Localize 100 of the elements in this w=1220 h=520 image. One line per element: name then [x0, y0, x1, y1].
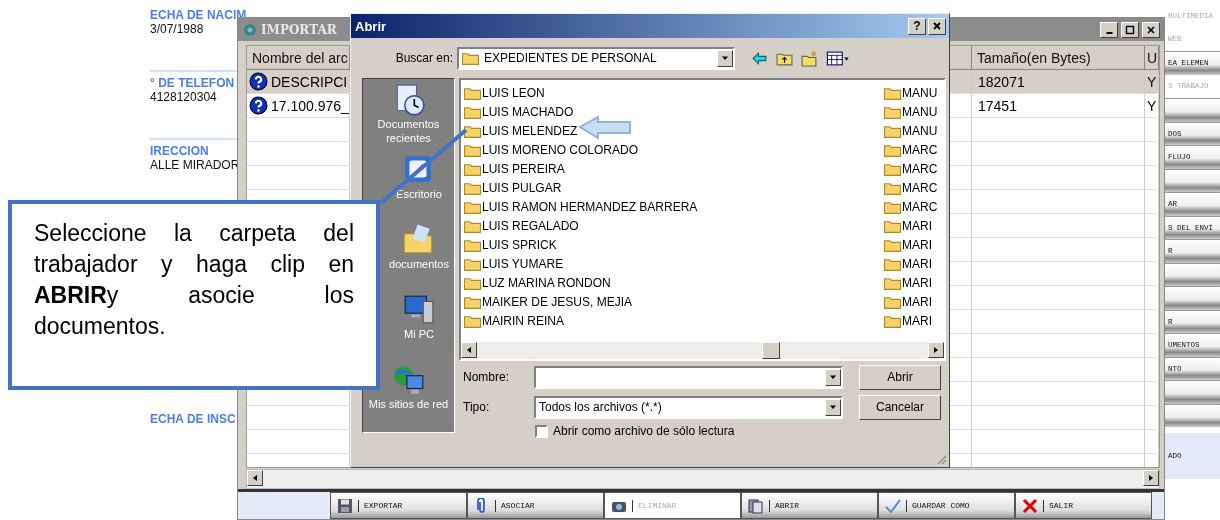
name-field[interactable] — [534, 365, 843, 389]
folder-item[interactable]: MARC — [884, 197, 944, 216]
left-arrow-icon — [465, 346, 473, 354]
right-arrow-icon — [932, 346, 940, 354]
folder-item[interactable]: MARC — [884, 159, 944, 178]
look-in-dropdown[interactable]: EXPEDIENTES DE PERSONAL — [457, 46, 735, 70]
folder-icon — [464, 256, 481, 271]
maximize-icon — [1125, 24, 1135, 35]
table-cell: DESCRIPCI — [271, 73, 348, 90]
folder-icon — [464, 294, 481, 309]
open-button[interactable]: Abrir — [859, 364, 941, 390]
field-label: ECHA DE INSC — [150, 412, 237, 426]
window-title: Abrir — [355, 18, 387, 34]
minimize-button[interactable] — [1100, 21, 1118, 38]
maximize-button[interactable] — [1121, 21, 1139, 38]
folder-item[interactable]: MANU — [884, 83, 944, 102]
place-button[interactable]: Escritorio — [384, 153, 454, 221]
folder-item[interactable]: MARI — [884, 216, 944, 235]
toolbar-button[interactable]: ABRIR — [741, 492, 878, 519]
folder-item[interactable]: LUIS REGALADO — [464, 216, 884, 235]
toolbar-button[interactable]: SALIR — [1015, 492, 1152, 519]
close-button[interactable] — [928, 17, 946, 35]
folder-item[interactable]: MARI — [884, 254, 944, 273]
toolbar-button[interactable]: GUARDAR COMO — [878, 492, 1015, 519]
folder-item[interactable]: MARI — [884, 273, 944, 292]
panel-button[interactable] — [1165, 403, 1220, 427]
folder-item[interactable]: MARI — [884, 311, 944, 330]
place-button[interactable]: Documentos recientes — [363, 83, 454, 151]
folder-item[interactable]: MAIKER DE JESUS, MEJIA — [464, 292, 884, 311]
column-header[interactable]: U — [1145, 46, 1159, 69]
folder-item[interactable]: LUIS SPRICK — [464, 235, 884, 254]
table-cell: 17451 — [972, 94, 1145, 117]
table-cell: 17.100.976_ — [271, 97, 349, 114]
folder-icon — [464, 85, 481, 100]
folder-item[interactable]: LUIS MORENO COLORADO — [464, 140, 884, 159]
folder-item[interactable]: MAIRIN REINA — [464, 311, 884, 330]
globe-computer-icon — [391, 363, 426, 397]
panel-button[interactable] — [1165, 262, 1220, 286]
folder-icon — [464, 218, 481, 233]
folder-icon — [464, 123, 481, 138]
panel-button[interactable] — [1165, 98, 1220, 122]
folder-icon — [884, 85, 901, 100]
folder-icon — [884, 199, 901, 214]
folder-item[interactable]: LUIS RAMON HERMANDEZ BARRERA — [464, 197, 884, 216]
help-button[interactable]: ? — [908, 17, 926, 35]
folder-icon — [884, 256, 901, 271]
checkbox-label: Abrir como archivo de sólo lectura — [553, 424, 735, 438]
folder-item[interactable]: LUIS PULGAR — [464, 178, 884, 197]
field-value: ALLE MIRADOR — [150, 158, 241, 172]
cancel-button[interactable]: Cancelar — [859, 394, 941, 420]
checkbox[interactable] — [535, 424, 548, 438]
folder-item[interactable]: MARI — [884, 235, 944, 254]
toolbar-button[interactable]: ASOCIAR — [467, 492, 604, 519]
close-button[interactable] — [1142, 21, 1160, 38]
folder-icon — [884, 294, 901, 309]
right-arrow-icon — [1147, 474, 1155, 482]
gear-icon — [242, 21, 258, 38]
back-arrow-icon[interactable] — [751, 49, 768, 67]
field-label: ° DE TELEFON — [150, 76, 236, 90]
folder-icon — [884, 123, 901, 138]
new-folder-icon[interactable] — [801, 49, 818, 67]
folder-item[interactable]: LUIS PEREIRA — [464, 159, 884, 178]
caret-icon — [829, 373, 837, 381]
caret-icon — [721, 54, 729, 62]
folder-icon — [464, 180, 481, 195]
folder-item[interactable]: LUIS MELENDEZ — [464, 121, 884, 140]
folder-item[interactable]: MANU — [884, 102, 944, 121]
horizontal-scrollbar[interactable] — [246, 469, 1160, 489]
folder-icon — [464, 104, 481, 119]
pointer-arrow — [578, 115, 631, 140]
panel-button[interactable] — [1165, 380, 1220, 404]
folder-icon — [884, 161, 901, 176]
folder-item[interactable]: MARC — [884, 140, 944, 159]
question-icon — [249, 96, 268, 115]
type-dropdown[interactable]: Todos los archivos (*.*) — [534, 395, 843, 419]
view-menu-icon[interactable] — [826, 49, 850, 67]
folder-item[interactable]: MARI — [884, 292, 944, 311]
folder-icon — [464, 313, 481, 328]
place-button[interactable]: documentos — [384, 223, 454, 291]
question-icon — [249, 72, 268, 91]
scroll-thumb[interactable] — [762, 342, 780, 359]
type-label: Tipo: — [462, 400, 491, 414]
folder-item[interactable]: LUZ MARINA RONDON — [464, 273, 884, 292]
place-button[interactable]: Mi PC — [384, 293, 454, 361]
toolbar-button[interactable]: EXPORTAR — [330, 492, 467, 519]
resize-grip-icon[interactable] — [935, 453, 947, 465]
folder-item[interactable]: MANU — [884, 121, 944, 140]
horizontal-scrollbar[interactable] — [461, 342, 944, 359]
folder-item[interactable]: MARC — [884, 178, 944, 197]
instruction-text: Seleccione la carpeta del trabajador y haga clip en ABRIRy asocie los documentos. — [34, 219, 354, 341]
folder-item[interactable]: LUIS MACHADO — [464, 102, 884, 121]
panel-button[interactable] — [1165, 168, 1220, 192]
folder-item[interactable]: LUIS YUMARE — [464, 254, 884, 273]
folder-item[interactable]: LUIS LEON — [464, 83, 884, 102]
folder-icon — [464, 199, 481, 214]
column-header[interactable]: Tamaño(en Bytes) — [972, 46, 1145, 69]
table-cell: Y — [1145, 70, 1159, 93]
folder-icon — [462, 51, 479, 65]
panel-button[interactable] — [1165, 286, 1220, 310]
close-icon — [1022, 497, 1038, 514]
